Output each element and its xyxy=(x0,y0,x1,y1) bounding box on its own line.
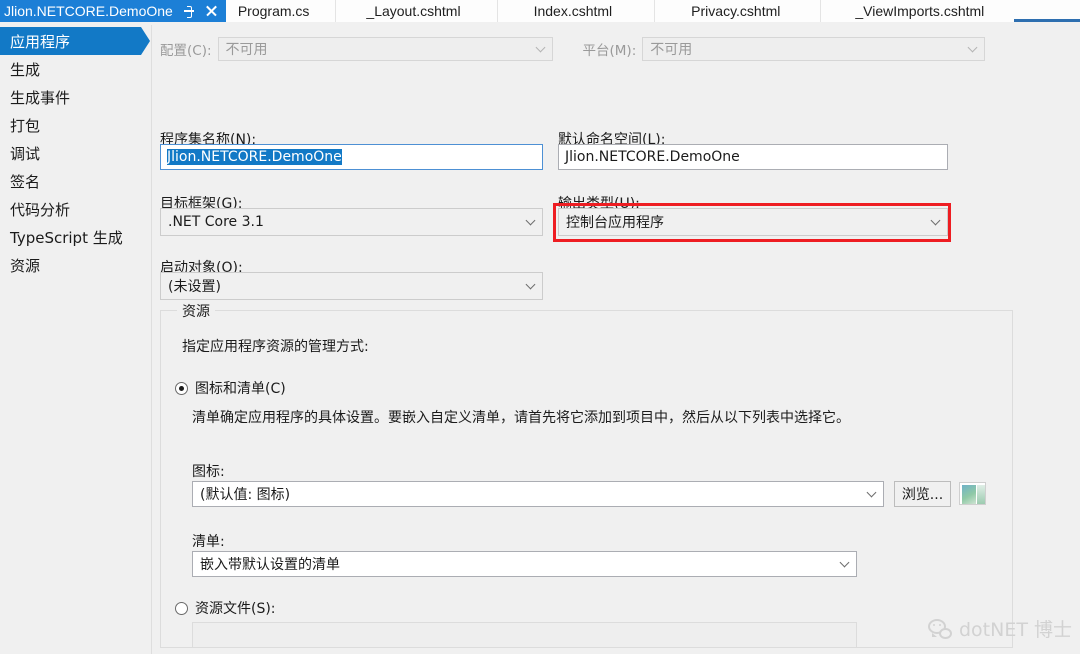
configuration-row: 配置(C): 不可用 平台(M): 不可用 xyxy=(160,37,1005,61)
sidebar-item-label: TypeScript 生成 xyxy=(10,228,123,247)
watermark-text: dotNET 博士 xyxy=(959,619,1072,641)
icon-and-manifest-radio-label: 图标和清单(C) xyxy=(195,381,286,397)
tab-label: Jlion.NETCORE.DemoOne xyxy=(4,3,173,19)
sidebar-item-label: 代码分析 xyxy=(10,200,71,219)
output-type-combobox[interactable]: 控制台应用程序 xyxy=(558,208,948,236)
sidebar-item-typescript-build[interactable]: TypeScript 生成 xyxy=(0,223,151,251)
chevron-down-icon xyxy=(839,557,850,568)
tab-layout-cshtml[interactable]: _Layout.cshtml xyxy=(336,0,498,22)
tab-viewimports-cshtml[interactable]: _ViewImports.cshtml xyxy=(821,0,1015,22)
icon-value: (默认值: 图标) xyxy=(200,487,291,503)
platform-value: 不可用 xyxy=(650,42,693,58)
sidebar-item-resources[interactable]: 资源 xyxy=(0,251,151,279)
tab-index-cshtml[interactable]: Index.cshtml xyxy=(497,0,656,22)
target-framework-value: .NET Core 3.1 xyxy=(168,214,264,230)
icon-and-manifest-radio[interactable]: 图标和清单(C) xyxy=(175,378,286,398)
assembly-name-input[interactable]: Jlion.NETCORE.DemoOne xyxy=(160,144,543,170)
target-framework-combobox[interactable]: .NET Core 3.1 xyxy=(160,208,543,236)
radio-icon xyxy=(175,601,188,615)
browse-button-label: 浏览... xyxy=(901,487,944,503)
watermark: dotNET 博士 xyxy=(928,615,1072,642)
resource-file-input[interactable] xyxy=(192,622,857,648)
tab-label: _Layout.cshtml xyxy=(366,3,461,19)
manifest-value: 嵌入带默认设置的清单 xyxy=(200,557,340,573)
configuration-label: 配置(C): xyxy=(160,43,212,59)
resource-file-radio-label: 资源文件(S): xyxy=(195,601,276,617)
sidebar-item-debug[interactable]: 调试 xyxy=(0,139,151,167)
sidebar-item-label: 签名 xyxy=(10,172,41,191)
chevron-down-icon xyxy=(535,42,545,53)
resource-file-radio[interactable]: 资源文件(S): xyxy=(175,598,276,618)
platform-label: 平台(M): xyxy=(582,43,637,59)
manifest-label: 清单: xyxy=(192,534,225,550)
sidebar-item-build-events[interactable]: 生成事件 xyxy=(0,83,151,111)
chevron-down-icon xyxy=(525,215,536,226)
default-namespace-input[interactable]: Jlion.NETCORE.DemoOne xyxy=(558,144,948,170)
tab-label: Index.cshtml xyxy=(533,3,613,19)
sidebar-item-label: 调试 xyxy=(10,144,41,163)
icon-label: 图标: xyxy=(192,464,225,480)
sidebar-item-code-analysis[interactable]: 代码分析 xyxy=(0,195,151,223)
tab-program-cs[interactable]: Program.cs xyxy=(225,0,337,22)
radio-icon xyxy=(175,381,188,395)
startup-object-value: (未设置) xyxy=(168,279,221,295)
application-properties-pane: 配置(C): 不可用 平台(M): 不可用 程序集名称(N): Jlion.NE… xyxy=(153,25,1080,654)
pin-icon[interactable] xyxy=(183,5,196,18)
sidebar-item-label: 资源 xyxy=(10,256,41,275)
browse-button[interactable]: 浏览... xyxy=(894,481,951,507)
wechat-icon xyxy=(928,618,952,639)
configuration-combobox[interactable]: 不可用 xyxy=(217,37,553,61)
sidebar-item-application[interactable]: 应用程序 xyxy=(0,27,150,55)
configuration-value: 不可用 xyxy=(225,42,268,58)
tab-label: _ViewImports.cshtml xyxy=(855,3,985,19)
sidebar-item-package[interactable]: 打包 xyxy=(0,111,151,139)
startup-object-combobox[interactable]: (未设置) xyxy=(160,272,543,300)
project-properties-window: Jlion.NETCORE.DemoOne Program.cs _Layout… xyxy=(0,0,1080,654)
manifest-help-text: 清单确定应用程序的具体设置。要嵌入自定义清单，请首先将它添加到项目中，然后从以下… xyxy=(192,410,850,426)
icon-preview-left xyxy=(962,485,976,504)
tab-icon-group xyxy=(183,5,218,18)
icon-preview-right xyxy=(977,485,985,504)
tab-label: Privacy.cshtml xyxy=(691,3,781,19)
tab-jlion-netcore-demoone[interactable]: Jlion.NETCORE.DemoOne xyxy=(0,0,226,22)
resources-group-title: 资源 xyxy=(177,301,215,321)
manifest-combobox[interactable]: 嵌入带默认设置的清单 xyxy=(192,551,857,577)
default-namespace-value: Jlion.NETCORE.DemoOne xyxy=(565,149,740,165)
chevron-down-icon xyxy=(866,487,877,498)
close-icon[interactable] xyxy=(205,5,218,18)
resources-groupbox: 资源 指定应用程序资源的管理方式: 图标和清单(C) 清单确定应用程序的具体设置… xyxy=(160,301,1013,648)
sidebar-item-label: 应用程序 xyxy=(10,32,71,51)
sidebar-item-build[interactable]: 生成 xyxy=(0,55,151,83)
sidebar-item-label: 生成 xyxy=(10,60,41,79)
platform-combobox[interactable]: 不可用 xyxy=(642,37,986,61)
output-type-value: 控制台应用程序 xyxy=(566,215,664,231)
chevron-down-icon xyxy=(525,279,536,290)
editor-tab-bar: Jlion.NETCORE.DemoOne Program.cs _Layout… xyxy=(0,0,1080,22)
sidebar-item-label: 生成事件 xyxy=(10,88,71,107)
chevron-down-icon xyxy=(930,215,941,226)
icon-combobox[interactable]: (默认值: 图标) xyxy=(192,481,884,507)
sidebar-item-label: 打包 xyxy=(10,116,41,135)
chevron-down-icon xyxy=(967,42,978,53)
tab-privacy-cshtml[interactable]: Privacy.cshtml xyxy=(655,0,822,22)
tab-label: Program.cs xyxy=(237,3,310,19)
resources-description: 指定应用程序资源的管理方式: xyxy=(182,339,369,355)
properties-sidebar: 应用程序 生成 生成事件 打包 调试 签名 代码分析 TypeScript 生成… xyxy=(0,25,152,654)
icon-preview-thumbnail xyxy=(959,482,986,505)
assembly-name-value: Jlion.NETCORE.DemoOne xyxy=(167,149,342,165)
sidebar-item-signing[interactable]: 签名 xyxy=(0,167,151,195)
